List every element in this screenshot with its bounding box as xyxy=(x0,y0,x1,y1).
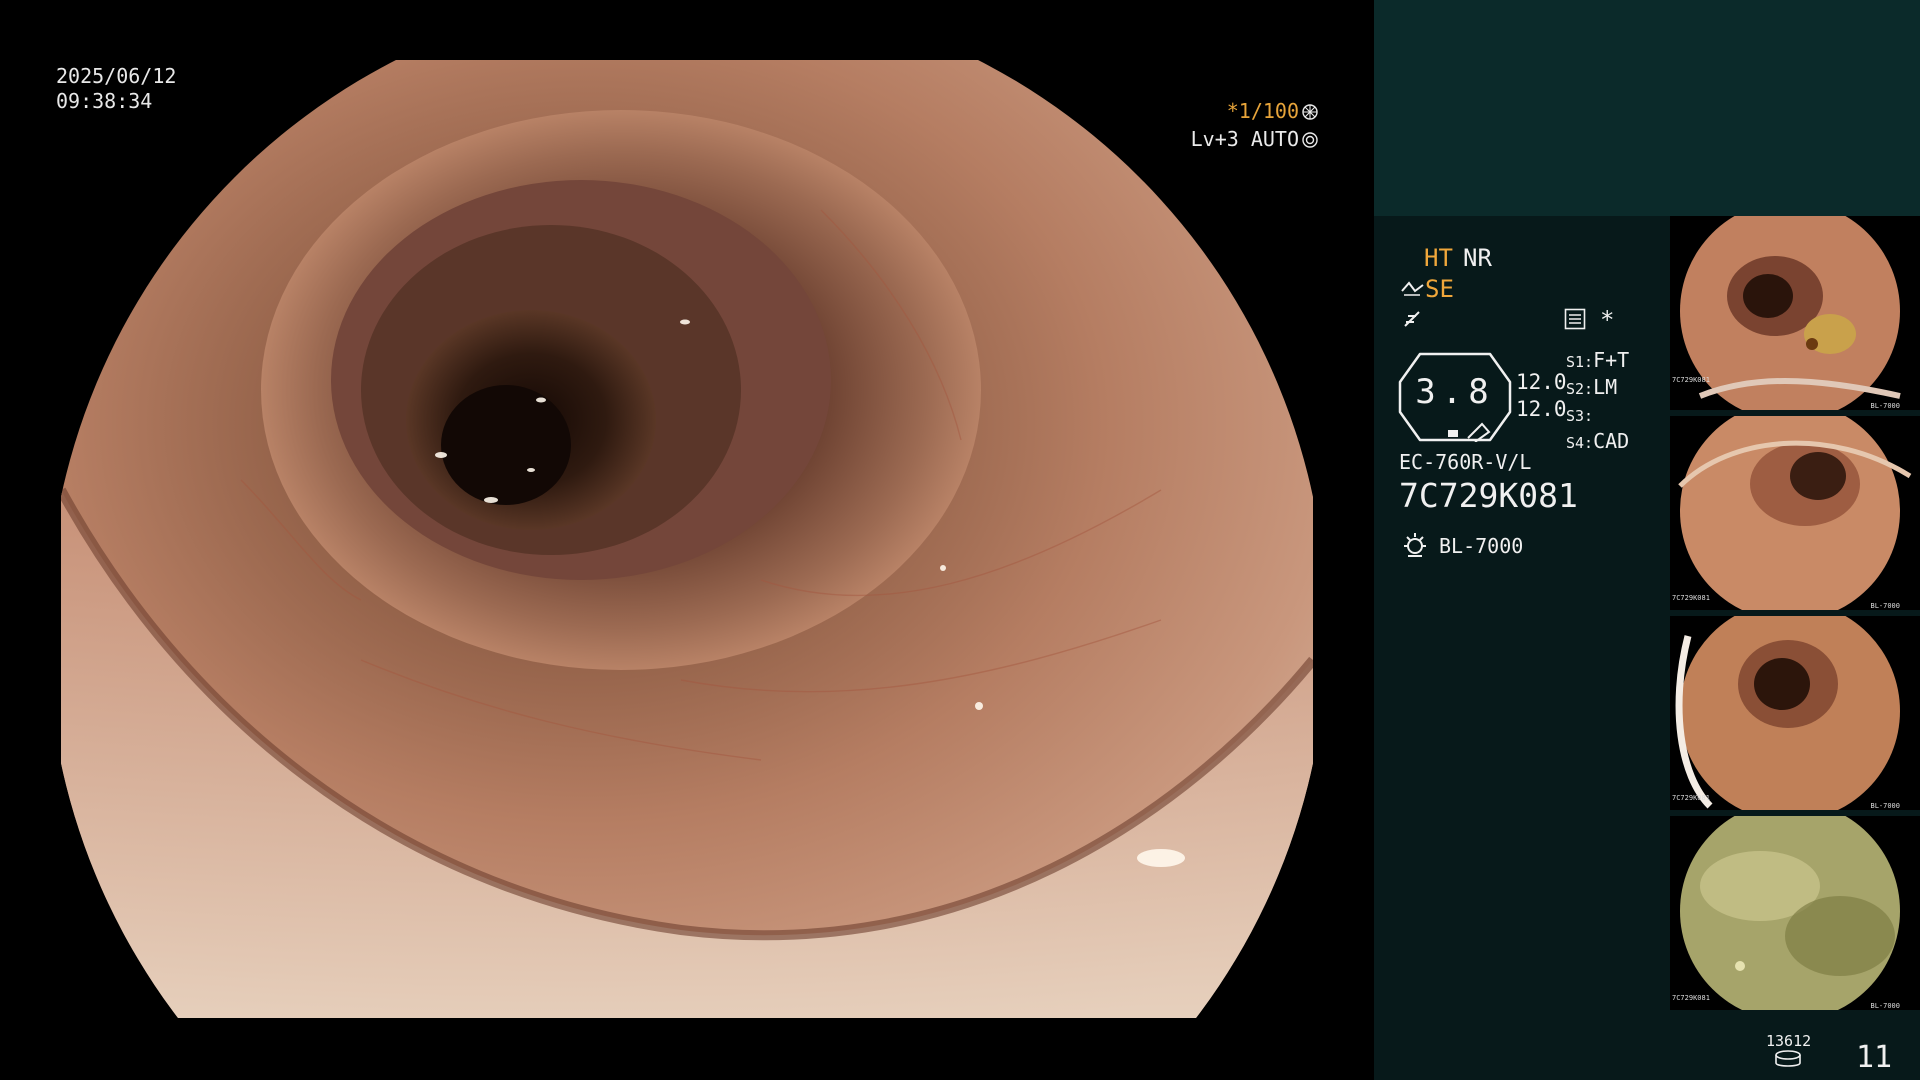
scope-serial: 7C729K081 xyxy=(1399,476,1578,515)
date-text: 2025/06/12 xyxy=(56,64,177,88)
endoscope-view xyxy=(61,60,1313,1018)
timestamp: 2025/06/12 09:38:34 xyxy=(56,64,176,114)
time-text: 09:38:34 xyxy=(56,89,153,113)
level-text: Lv+3 AUTO xyxy=(1190,127,1299,151)
thumbnail-4[interactable]: 7C729K081 BL-7000 xyxy=(1670,816,1920,1010)
thumbnail-1-serial: 7C729K081 xyxy=(1672,376,1710,384)
aperture-icon xyxy=(1302,104,1318,120)
value-a: 12.0 xyxy=(1516,370,1567,394)
switch-s2: S2:LM xyxy=(1566,375,1618,399)
switch-s4: S4:CAD xyxy=(1566,429,1630,453)
storage-icon xyxy=(1775,1050,1801,1067)
image-count: 13612 xyxy=(1766,1032,1812,1050)
shutter-text: *1/100 xyxy=(1226,99,1299,123)
switch-s1: S1:F+T xyxy=(1566,348,1630,372)
thumbnail-1-source: BL-7000 xyxy=(1870,402,1900,410)
mode-nr: NR xyxy=(1463,244,1492,272)
page-number: 11 xyxy=(1856,1040,1893,1075)
iris-icon xyxy=(1302,132,1318,148)
thumbnail-1[interactable]: 7C729K081 BL-7000 xyxy=(1670,216,1920,410)
shutter-indicator: *1/100 xyxy=(1227,99,1318,123)
structure-enhance-icon xyxy=(1401,281,1424,296)
switch-settings: S1:F+T S2:LM S3: S4:CAD xyxy=(1566,348,1629,456)
freeze-icon xyxy=(1404,311,1420,327)
light-source: BL-7000 xyxy=(1439,534,1524,558)
thumbnail-3-serial: 7C729K081 xyxy=(1672,794,1710,802)
light-source-icon xyxy=(1404,533,1426,557)
switch-s3: S3: xyxy=(1566,407,1594,425)
mode-ht: HT xyxy=(1424,244,1453,272)
thumbnail-3-source: BL-7000 xyxy=(1870,802,1900,810)
zoom-value: 3.8 xyxy=(1415,372,1495,412)
thumbnail-4-serial: 7C729K081 xyxy=(1672,994,1710,1002)
level-indicator: Lv+3 AUTO xyxy=(1191,127,1318,151)
scope-model: EC-760R-V/L xyxy=(1399,450,1532,474)
thumbnail-2[interactable]: 7C729K081 BL-7000 xyxy=(1670,416,1920,610)
thumbnail-2-source: BL-7000 xyxy=(1870,602,1900,610)
thumbnail-2-serial: 7C729K081 xyxy=(1672,594,1710,602)
thumbnail-3[interactable]: 7C729K081 BL-7000 xyxy=(1670,616,1920,810)
thumbnail-4-source: BL-7000 xyxy=(1870,1002,1900,1010)
info-panel-header xyxy=(1374,0,1920,216)
settings-list-icon xyxy=(1564,308,1586,330)
mode-se: SE xyxy=(1425,275,1454,303)
asterisk-icon: * xyxy=(1600,306,1615,334)
value-b: 12.0 xyxy=(1516,397,1567,421)
